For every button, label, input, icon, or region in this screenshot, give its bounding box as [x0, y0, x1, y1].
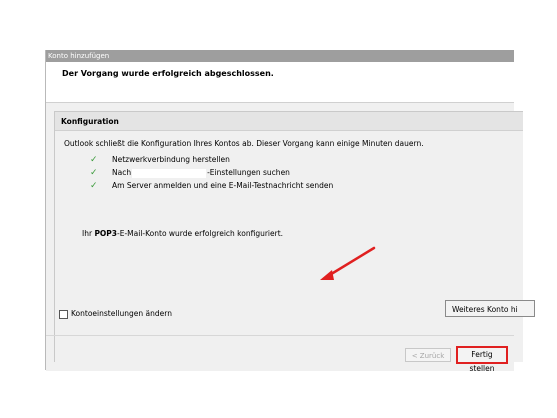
- success-message: Ihr POP3-E-Mail-Konto wurde erfolgreich …: [82, 229, 283, 238]
- configuration-group: Konfiguration Outlook schließt die Konfi…: [54, 111, 535, 362]
- checkbox-label: Kontoeinstellungen ändern: [71, 309, 172, 318]
- step-label: Netzwerkverbindung herstellen: [112, 155, 230, 164]
- change-settings-checkbox-row[interactable]: Kontoeinstellungen ändern: [59, 309, 172, 319]
- status-heading: Der Vorgang wurde erfolgreich abgeschlos…: [62, 69, 274, 78]
- step-label: Am Server anmelden und eine E-Mail-Testn…: [112, 181, 334, 190]
- intro-text: Outlook schließt die Konfiguration Ihres…: [64, 139, 424, 148]
- account-type: POP3: [94, 229, 118, 238]
- window-title: Konto hinzufügen: [46, 50, 514, 62]
- success-prefix: Ihr: [82, 229, 95, 238]
- checkmark-icon: ✓: [90, 181, 98, 191]
- success-suffix: -E-Mail-Konto wurde erfolgreich konfigur…: [117, 229, 284, 238]
- group-title: Konfiguration: [61, 117, 119, 126]
- step-search-settings: ✓ Nach -Einstellungen suchen: [90, 168, 290, 180]
- step-server-login: ✓ Am Server anmelden und eine E-Mail-Test…: [90, 181, 333, 193]
- step-label-suffix: -Einstellungen suchen: [207, 168, 290, 177]
- checkmark-icon: ✓: [90, 155, 98, 165]
- add-another-account-button[interactable]: Weiteres Konto hi: [445, 300, 535, 317]
- group-header: Konfiguration: [55, 112, 523, 131]
- finish-button[interactable]: Fertig stellen: [456, 346, 508, 373]
- checkmark-icon: ✓: [90, 168, 98, 178]
- back-button[interactable]: < Zurück: [405, 348, 451, 362]
- change-settings-checkbox[interactable]: [59, 309, 68, 319]
- add-account-dialog: Konto hinzufügen Der Vorgang wurde erfol…: [45, 50, 535, 373]
- content-area: Konfiguration Outlook schließt die Konfi…: [46, 102, 535, 373]
- step-network: ✓ Netzwerkverbindung herstellen: [90, 155, 230, 167]
- footer-divider: [46, 335, 514, 336]
- red-arrow-icon: [320, 246, 376, 280]
- step-label-prefix: Nach: [112, 168, 132, 177]
- header-band: Der Vorgang wurde erfolgreich abgeschlos…: [46, 62, 514, 102]
- redacted-block: [132, 168, 207, 178]
